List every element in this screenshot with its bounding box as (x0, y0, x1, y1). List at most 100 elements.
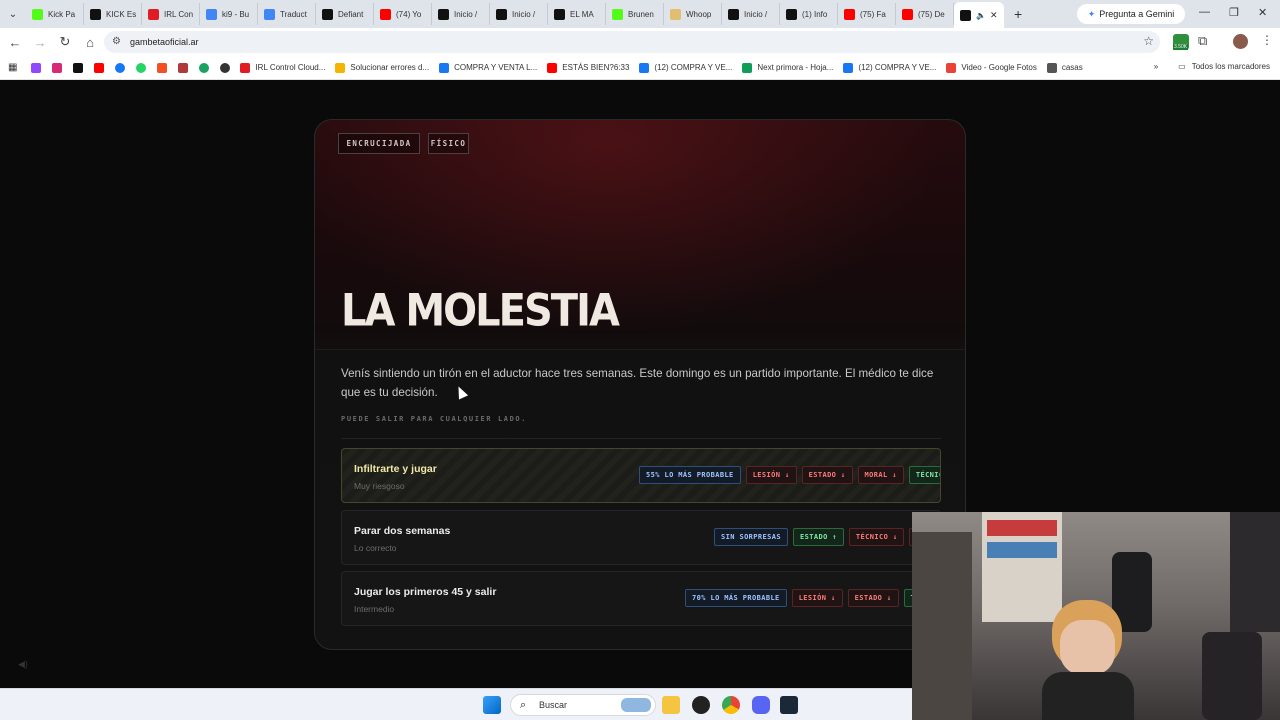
home-icon[interactable]: ⌂ (78, 30, 102, 54)
bookmark-favicon-icon (946, 62, 957, 73)
tab-favicon-icon (786, 8, 797, 20)
tab-label: IRL Con (164, 9, 194, 19)
whatsapp-icon[interactable] (136, 62, 147, 73)
site-info-icon[interactable]: ⚙ (112, 36, 121, 47)
bookmark-item[interactable]: (12) COMPRA Y VE... (843, 62, 937, 73)
tab-label: (75) De (918, 9, 945, 19)
browser-tab[interactable]: Traduct (258, 3, 316, 25)
close-window-icon[interactable]: ✕ (1258, 6, 1267, 19)
tab-favicon-icon (206, 8, 217, 20)
youtube-icon[interactable] (94, 62, 105, 73)
option-parar[interactable]: Parar dos semanas Lo correcto SIN SORPRE… (341, 510, 941, 565)
bookmark-list: IRL Control Cloud... Solucionar errores d… (230, 62, 1083, 73)
effect-chip: MORAL ↓ (857, 466, 904, 484)
bookmark-favicon-icon (742, 62, 753, 73)
browser-tab[interactable]: Inicio / (490, 3, 548, 25)
bookmark-item[interactable]: (12) COMPRA Y VE... (639, 62, 732, 73)
browser-tab[interactable]: (75) De (896, 3, 954, 25)
close-tab-icon[interactable]: ✕ (990, 10, 998, 21)
restore-icon[interactable]: ❐ (1229, 6, 1239, 19)
windows-start-icon[interactable] (483, 696, 501, 714)
menu-kebab-icon[interactable]: ⋮ (1261, 33, 1273, 47)
extension-icon[interactable]: 3.50K (1173, 34, 1189, 50)
browser-tab[interactable]: (1) Info (780, 3, 838, 25)
minimize-icon[interactable]: — (1199, 6, 1210, 18)
bookmarks-bar: ▦ IRL Control Cloud... Solucionar errores… (0, 56, 1280, 80)
globe-icon[interactable] (220, 62, 231, 73)
tab-audio-icon[interactable]: 🔈 (976, 11, 986, 20)
url-input[interactable]: ⚙ gambetaoficial.ar ☆ (104, 31, 1160, 53)
browser-tab[interactable]: (74) Yo (374, 3, 432, 25)
effect-chip: 70% LO MÁS PROBABLE (685, 589, 787, 607)
browser-tab[interactable]: Defiant (316, 3, 374, 25)
bookmark-favicon-icon (547, 62, 558, 73)
profile-avatar[interactable] (1233, 34, 1248, 49)
steam-icon[interactable] (780, 696, 798, 714)
browser-tab[interactable]: KICK Es (84, 3, 142, 25)
effect-chip: 55% LO MÁS PROBABLE (639, 466, 741, 484)
browser-tab[interactable]: Whoop (664, 3, 722, 25)
microsoft-icon[interactable] (157, 62, 168, 73)
bookmark-item[interactable]: COMPRA Y VENTA L... (439, 62, 537, 73)
browser-tab[interactable]: Inicio / (432, 3, 490, 25)
extensions-puzzle-icon[interactable]: ⧉ (1198, 33, 1207, 49)
browser-tab[interactable]: ki9 - Bu (200, 3, 258, 25)
scenario-card: ENCRUCIJADA FÍSICO LA MOLESTIA Venís sin… (314, 119, 966, 650)
chrome-icon[interactable] (722, 696, 740, 714)
browser-tab[interactable]: Inicio / (722, 3, 780, 25)
reload-icon[interactable]: ↻ (53, 30, 77, 54)
browser-tab[interactable]: Brunen (606, 3, 664, 25)
file-explorer-icon[interactable] (662, 696, 680, 714)
twitch-icon[interactable] (31, 62, 42, 73)
bookmark-favicon-icon (1046, 62, 1057, 73)
ask-gemini-button[interactable]: ✦ Pregunta a Gemini (1077, 4, 1185, 24)
option-infiltrarte[interactable]: Infiltrarte y jugar Muy riesgoso 55% LO … (341, 448, 941, 503)
option-subtitle: Intermedio (354, 604, 395, 614)
instagram-icon[interactable] (52, 62, 63, 73)
tab-label: Kick Pa (48, 9, 76, 19)
tab-favicon-icon (322, 8, 333, 20)
chevron-right-double-icon[interactable]: » (1154, 62, 1158, 71)
back-arrow-icon[interactable]: ← (3, 30, 27, 54)
browser-tab[interactable]: IRL Con (142, 3, 200, 25)
browser-tab[interactable]: Kick Pa (26, 3, 84, 25)
option-subtitle: Lo correcto (354, 543, 397, 553)
forward-arrow-icon[interactable]: → (28, 30, 52, 54)
x-icon[interactable] (73, 62, 84, 73)
apps-grid-icon[interactable]: ▦ (8, 62, 17, 73)
browser-tab[interactable]: EL MA (548, 3, 606, 25)
effect-chip: TÉCNICO ↑ (908, 466, 940, 484)
active-tab[interactable]: 🔈 ✕ (954, 2, 1004, 28)
new-tab-icon[interactable]: + (1014, 6, 1022, 22)
webcam-overlay (912, 512, 1280, 720)
browser-tab[interactable]: (75) Fa (838, 3, 896, 25)
bookmark-item[interactable]: casas (1046, 62, 1083, 73)
mute-icon[interactable]: ◀︎) (18, 659, 28, 670)
bookmark-item[interactable]: Next primora - Hoja... (742, 62, 833, 73)
bookmark-label: (12) COMPRA Y VE... (858, 63, 937, 72)
facebook-icon[interactable] (115, 62, 126, 73)
tab-label: ki9 - Bu (222, 9, 250, 19)
option-jugar-45[interactable]: Jugar los primeros 45 y salir Intermedio… (341, 571, 941, 626)
app-icon[interactable] (178, 62, 189, 73)
kick-icon[interactable] (199, 62, 210, 73)
effect-chip: ESTADO ↑ (793, 528, 844, 546)
all-bookmarks-label[interactable]: Todos los marcadores (1192, 62, 1270, 71)
tab-label: Defiant (338, 9, 364, 19)
tab-favicon-icon (902, 8, 913, 20)
bookmark-star-icon[interactable]: ☆ (1143, 34, 1154, 48)
discord-icon[interactable] (752, 696, 770, 714)
bookmark-item[interactable]: IRL Control Cloud... (240, 62, 325, 73)
folder-icon: ▭ (1178, 62, 1186, 71)
bookmark-item[interactable]: Video - Google Fotos (946, 62, 1037, 73)
bookmark-item[interactable]: Solucionar errores d... (335, 62, 429, 73)
taskbar-search-input[interactable]: ⌕ Buscar (510, 694, 656, 716)
extension-badge: 3.50K (1173, 44, 1189, 50)
tab-label: Whoop (686, 9, 712, 19)
tab-search-chevron-icon[interactable]: ⌄ (0, 0, 26, 28)
obs-icon[interactable] (692, 696, 710, 714)
bookmark-item[interactable]: ESTÁS BIEN?6:33 (547, 62, 629, 73)
option-effects: SIN SORPRESASESTADO ↑TÉCNICO ↓MORAL (714, 528, 940, 546)
shelf-items (987, 520, 1057, 536)
tab-favicon-icon (728, 8, 739, 20)
